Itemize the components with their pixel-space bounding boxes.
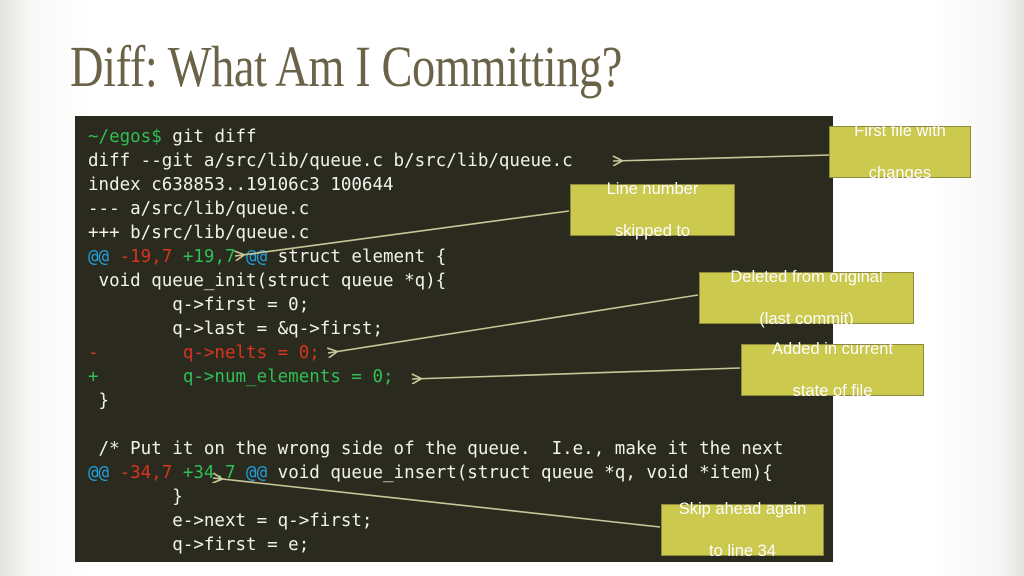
hunk-old-range: -34,7: [109, 463, 173, 483]
diff-context-line: void queue_init(struct queue *q){: [88, 271, 447, 291]
hunk-new-range: +19,7: [172, 247, 236, 267]
terminal-line: - q->nelts = 0;: [88, 341, 783, 365]
hunk-marker-open: @@: [88, 247, 110, 267]
diff-context-line: q->first = e;: [88, 535, 310, 555]
callout-skip-ahead-again: Skip ahead again to line 34: [661, 500, 824, 560]
terminal-line: ~/egos$ git diff: [88, 125, 783, 149]
hunk-marker-close: @@: [235, 463, 268, 483]
diff-context-line: }: [88, 391, 110, 411]
terminal-line: }: [88, 389, 783, 413]
diff-context-line: diff --git a/src/lib/queue.c b/src/lib/q…: [88, 151, 573, 171]
diff-context-line: e->next = q->first;: [88, 511, 373, 531]
diff-context-line: q->last = &q->first;: [88, 319, 384, 339]
callout-added-in-current-state: Added in current state of file: [741, 340, 924, 400]
terminal-line: void queue_init(struct queue *q){: [88, 269, 783, 293]
callout-first-file-with-changes: First file with changes: [829, 122, 971, 182]
hunk-heading: struct element {: [267, 247, 447, 267]
terminal-line: + q->num_elements = 0;: [88, 365, 783, 389]
hunk-marker-close: @@: [235, 247, 268, 267]
callout-line-2: skipped to: [614, 221, 691, 240]
diff-context-line: --- a/src/lib/queue.c: [88, 199, 310, 219]
diff-context-line: index c638853..19106c3 100644: [88, 175, 394, 195]
callout-line-1: Line number: [606, 179, 699, 198]
callout-line-1: Deleted from original: [730, 267, 883, 286]
terminal-line: q->first = 0;: [88, 293, 783, 317]
diff-context-line: /* Put it on the wrong side of the queue…: [88, 439, 784, 459]
callout-line-2: state of file: [792, 381, 873, 400]
terminal-line: /* Put it on the wrong side of the queue…: [88, 437, 784, 461]
callout-line-1: Skip ahead again: [678, 499, 807, 518]
slide: Diff: What Am I Committing? ~/egos$ git …: [0, 0, 1024, 576]
terminal-line: @@ -34,7 +34,7 @@ void queue_insert(stru…: [88, 461, 783, 485]
diff-added-line: + q->num_elements = 0;: [88, 367, 394, 387]
callout-line-number-skipped-to: Line number skipped to: [570, 180, 735, 240]
hunk-marker-open: @@: [88, 463, 110, 483]
terminal-line: q->last = &q->first;: [88, 317, 783, 341]
terminal-line: diff --git a/src/lib/queue.c b/src/lib/q…: [88, 149, 783, 173]
callout-line-1: First file with: [854, 121, 946, 140]
hunk-old-range: -19,7: [109, 247, 173, 267]
callout-line-2: (last commit): [759, 309, 854, 328]
terminal-command: git diff: [161, 127, 257, 147]
callout-line-1: Added in current: [771, 339, 894, 358]
terminal-line: [88, 413, 783, 437]
callout-deleted-from-original: Deleted from original (last commit): [699, 268, 914, 328]
terminal-prompt: ~/egos$: [88, 127, 162, 147]
diff-removed-line: - q->nelts = 0;: [88, 343, 320, 363]
hunk-heading: void queue_insert(struct queue *q, void …: [267, 463, 773, 483]
hunk-new-range: +34,7: [172, 463, 236, 483]
diff-context-line: +++ b/src/lib/queue.c: [88, 223, 310, 243]
terminal-line: @@ -19,7 +19,7 @@ struct element {: [88, 245, 783, 269]
callout-line-2: changes: [868, 163, 932, 182]
diff-context-line: q->first = 0;: [88, 295, 310, 315]
diff-context-line: [88, 415, 99, 435]
page-title: Diff: What Am I Committing?: [70, 34, 622, 99]
diff-context-line: }: [88, 487, 183, 507]
callout-line-2: to line 34: [709, 541, 776, 560]
